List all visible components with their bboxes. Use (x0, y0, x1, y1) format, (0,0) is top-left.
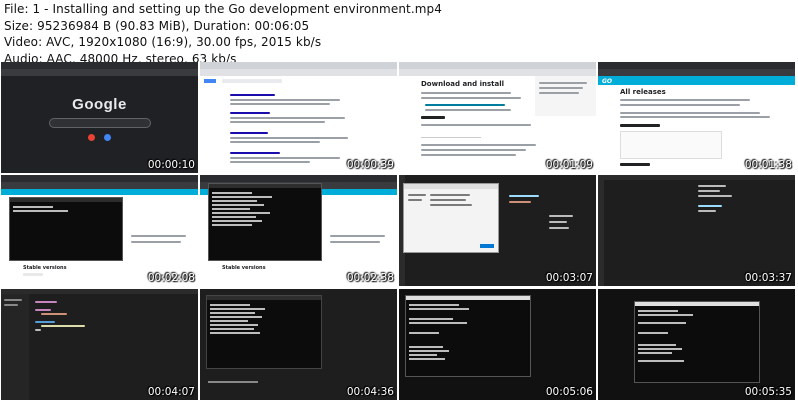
google-logo-text: Google (72, 96, 127, 113)
timestamp: 00:01:38 (744, 159, 792, 171)
thumbnail-9[interactable]: 00:04:07 (1, 289, 198, 400)
thumbnail-6[interactable]: Stable versions 00:02:38 (200, 175, 397, 286)
terminal-window[interactable] (9, 197, 123, 261)
thumbnail-10[interactable]: 00:04:36 (200, 289, 397, 400)
timestamp: 00:01:09 (545, 159, 593, 171)
thumbnail-12[interactable]: 00:05:35 (598, 289, 795, 400)
timestamp: 00:05:06 (545, 386, 593, 398)
thumbnail-7[interactable]: 00:03:07 (399, 175, 596, 286)
page-heading: All releases (620, 88, 666, 96)
thumbnail-2[interactable]: 00:00:39 (200, 62, 397, 173)
browser-address-bar (1, 69, 198, 76)
timestamp: 00:00:10 (147, 159, 195, 171)
editor-sidebar (1, 294, 29, 400)
section-heading: Stable versions (222, 265, 266, 271)
timestamp: 00:00:39 (346, 159, 394, 171)
file-name-line: File: 1 - Installing and setting up the … (4, 2, 442, 16)
terminal-window[interactable] (634, 301, 760, 383)
editor-toolbar (1, 289, 198, 294)
timestamp: 00:03:37 (744, 272, 792, 284)
size-duration-line: Size: 95236984 B (90.83 MiB), Duration: … (4, 18, 310, 33)
browser-tab-bar (200, 62, 397, 69)
os-tabs[interactable] (421, 131, 481, 138)
shortcut-icon[interactable] (88, 134, 95, 141)
terminal-window[interactable] (405, 295, 531, 377)
google-logo-small (204, 79, 216, 83)
timestamp: 00:02:08 (147, 272, 195, 284)
dialog-ok-button[interactable] (480, 244, 494, 248)
editor-toolbar (598, 175, 795, 180)
browser-tab-bar (598, 62, 795, 69)
browser-address-bar (399, 69, 596, 76)
browser-address-bar (1, 182, 198, 189)
section-heading: Stable versions (23, 265, 67, 271)
go-logo-icon: GO (602, 78, 613, 85)
downloads-table (620, 131, 722, 159)
browser-tab-bar (200, 175, 397, 182)
browser-tab-bar (399, 62, 596, 69)
shortcut-icon[interactable] (104, 134, 111, 141)
terminal-window[interactable] (208, 183, 322, 261)
thumbnail-3[interactable]: Download and install 00:01:09 (399, 62, 596, 173)
thumbnail-11[interactable]: 00:05:06 (399, 289, 596, 400)
page-heading: Download and install (421, 80, 505, 88)
thumbnail-5[interactable]: Stable versions 00:02:08 (1, 175, 198, 286)
editor-sidebar (598, 180, 604, 286)
timestamp: 00:03:07 (545, 272, 593, 284)
thumbnail-8[interactable]: 00:03:37 (598, 175, 795, 286)
video-info-line: Video: AVC, 1920x1080 (16:9), 30.00 fps,… (4, 35, 322, 49)
browser-tab-bar (1, 175, 198, 182)
google-logo: Google (1, 96, 198, 113)
thumbnail-1[interactable]: Google 00:00:10 (1, 62, 198, 173)
google-search-box[interactable] (49, 118, 151, 128)
terminal-window[interactable] (206, 295, 322, 369)
timestamp: 00:05:35 (744, 386, 792, 398)
timestamp: 00:04:07 (147, 386, 195, 398)
go-navbar: GO (598, 76, 795, 85)
browser-address-bar (200, 69, 397, 76)
timestamp: 00:04:36 (346, 386, 394, 398)
browser-address-bar (598, 69, 795, 76)
file-dialog[interactable] (403, 183, 499, 253)
timestamp: 00:02:38 (346, 272, 394, 284)
browser-tab-bar (1, 62, 198, 69)
thumbnail-4[interactable]: GO All releases 00:01:38 (598, 62, 795, 173)
file-info-header: File: 1 - Installing and setting up the … (4, 1, 794, 67)
thumbnail-grid: Google 00:00:10 00:00:39 Download and in… (1, 62, 797, 400)
